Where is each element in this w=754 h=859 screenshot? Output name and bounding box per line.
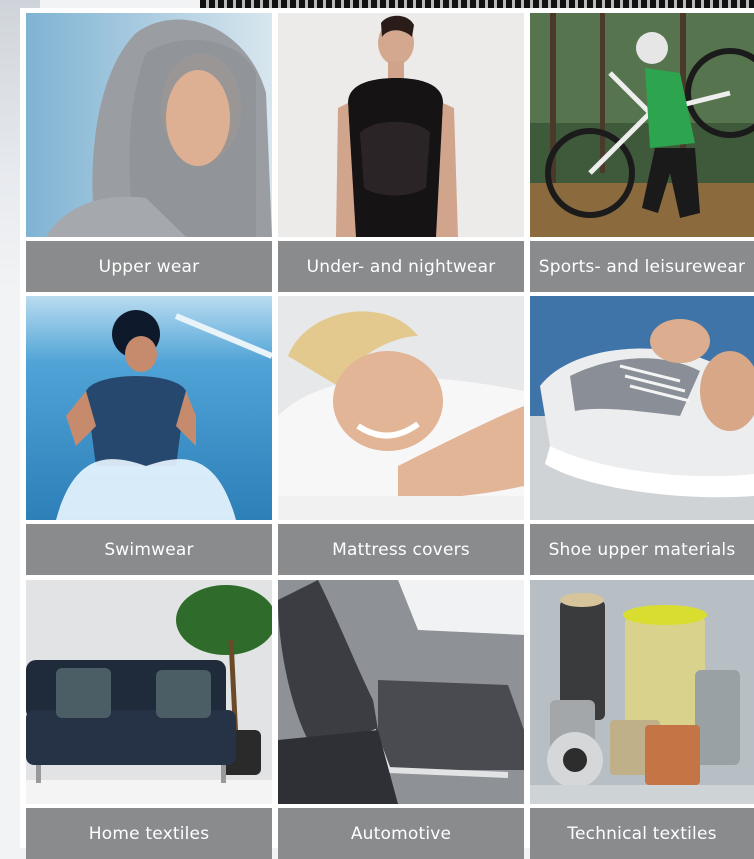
sofa-cushions-photo [26,580,272,804]
tile-mattress-covers[interactable]: Mattress covers [278,296,524,575]
application-grid: Upper wear Under- and nightwear Sports- … [20,8,754,859]
tile-label: Shoe upper materials [530,524,754,575]
smiling-woman-pillow-photo [278,296,524,520]
tile-label: Mattress covers [278,524,524,575]
hooded-woman-photo [26,13,272,237]
tile-label: Under- and nightwear [278,241,524,292]
tile-label: Automotive [278,808,524,859]
cyclist-photo [530,13,754,237]
tile-sports-leisurewear[interactable]: Sports- and leisurewear [530,13,754,292]
tile-under-nightwear[interactable]: Under- and nightwear [278,13,524,292]
tile-upper-wear[interactable]: Upper wear [26,13,272,292]
tile-swimwear[interactable]: Swimwear [26,296,272,575]
tile-technical-textiles[interactable]: Technical textiles [530,580,754,859]
sneaker-lacing-photo [530,296,754,520]
tile-shoe-upper-materials[interactable]: Shoe upper materials [530,296,754,575]
tile-label: Technical textiles [530,808,754,859]
tile-label: Home textiles [26,808,272,859]
tile-label: Upper wear [26,241,272,292]
swimmer-photo [26,296,272,520]
car-seat-photo [278,580,524,804]
tile-label: Swimwear [26,524,272,575]
tile-home-textiles[interactable]: Home textiles [26,580,272,859]
lace-bodysuit-photo [278,13,524,237]
tile-automotive[interactable]: Automotive [278,580,524,859]
yarn-spools-photo [530,580,754,804]
tile-label: Sports- and leisurewear [530,241,754,292]
